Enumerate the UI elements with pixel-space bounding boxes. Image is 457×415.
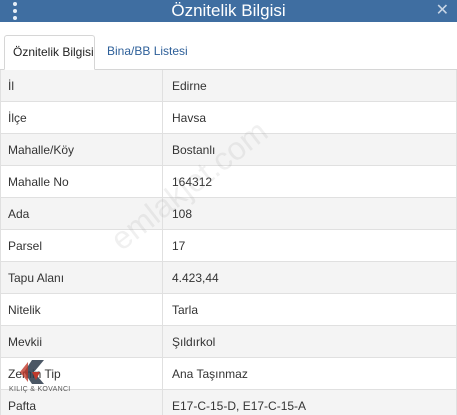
- table-row: Mahalle No 164312: [0, 166, 457, 198]
- tab-bar: Öznitelik Bilgisi Bina/BB Listesi: [0, 22, 457, 70]
- attribute-key: İlçe: [1, 102, 163, 133]
- attribute-key: Nitelik: [1, 294, 163, 325]
- attribute-key: Mahalle/Köy: [1, 134, 163, 165]
- table-row: Pafta E17-C-15-D, E17-C-15-A: [0, 390, 457, 415]
- attribute-value: Ana Taşınmaz: [172, 367, 248, 381]
- table-row: İlçe Havsa: [0, 102, 457, 134]
- table-row: İl Edirne: [0, 70, 457, 102]
- attribute-key: Zemin Tip: [1, 358, 163, 389]
- tab-building-list[interactable]: Bina/BB Listesi: [99, 35, 196, 70]
- attribute-key: Tapu Alanı: [1, 262, 163, 293]
- attribute-key: Ada: [1, 198, 163, 229]
- attribute-value: 164312: [172, 175, 213, 189]
- attribute-value: E17-C-15-D, E17-C-15-A: [172, 399, 307, 413]
- table-row: Zemin Tip Ana Taşınmaz: [0, 358, 457, 390]
- attribute-value: Bostanlı: [172, 143, 216, 157]
- attribute-key: İl: [1, 70, 163, 101]
- attribute-value: 4.423,44: [172, 271, 219, 285]
- table-row: Mahalle/Köy Bostanlı: [0, 134, 457, 166]
- attribute-value: Edirne: [172, 79, 207, 93]
- attribute-key: Mahalle No: [1, 166, 163, 197]
- attribute-value: Havsa: [172, 111, 207, 125]
- table-row: Parsel 17: [0, 230, 457, 262]
- tab-attribute-info[interactable]: Öznitelik Bilgisi: [4, 35, 95, 70]
- table-row: Nitelik Tarla: [0, 294, 457, 326]
- attribute-value: Şıldırkol: [172, 335, 216, 349]
- table-row: Ada 108: [0, 198, 457, 230]
- attribute-value: 108: [172, 207, 193, 221]
- table-row: Mevkii Şıldırkol: [0, 326, 457, 358]
- table-row: Tapu Alanı 4.423,44: [0, 262, 457, 294]
- attribute-table: İl Edirne İlçe Havsa Mahalle/Köy Bostanlı Maha…: [0, 70, 457, 415]
- dialog-header: Öznitelik Bilgisi ✕: [0, 0, 457, 22]
- dialog-title: Öznitelik Bilgisi: [171, 1, 286, 20]
- attribute-key: Parsel: [1, 230, 163, 261]
- close-icon[interactable]: ✕: [436, 0, 449, 22]
- attribute-value: Tarla: [172, 303, 199, 317]
- attribute-key: Mevkii: [1, 326, 163, 357]
- attribute-value: 17: [172, 239, 186, 253]
- attribute-key: Pafta: [1, 390, 163, 415]
